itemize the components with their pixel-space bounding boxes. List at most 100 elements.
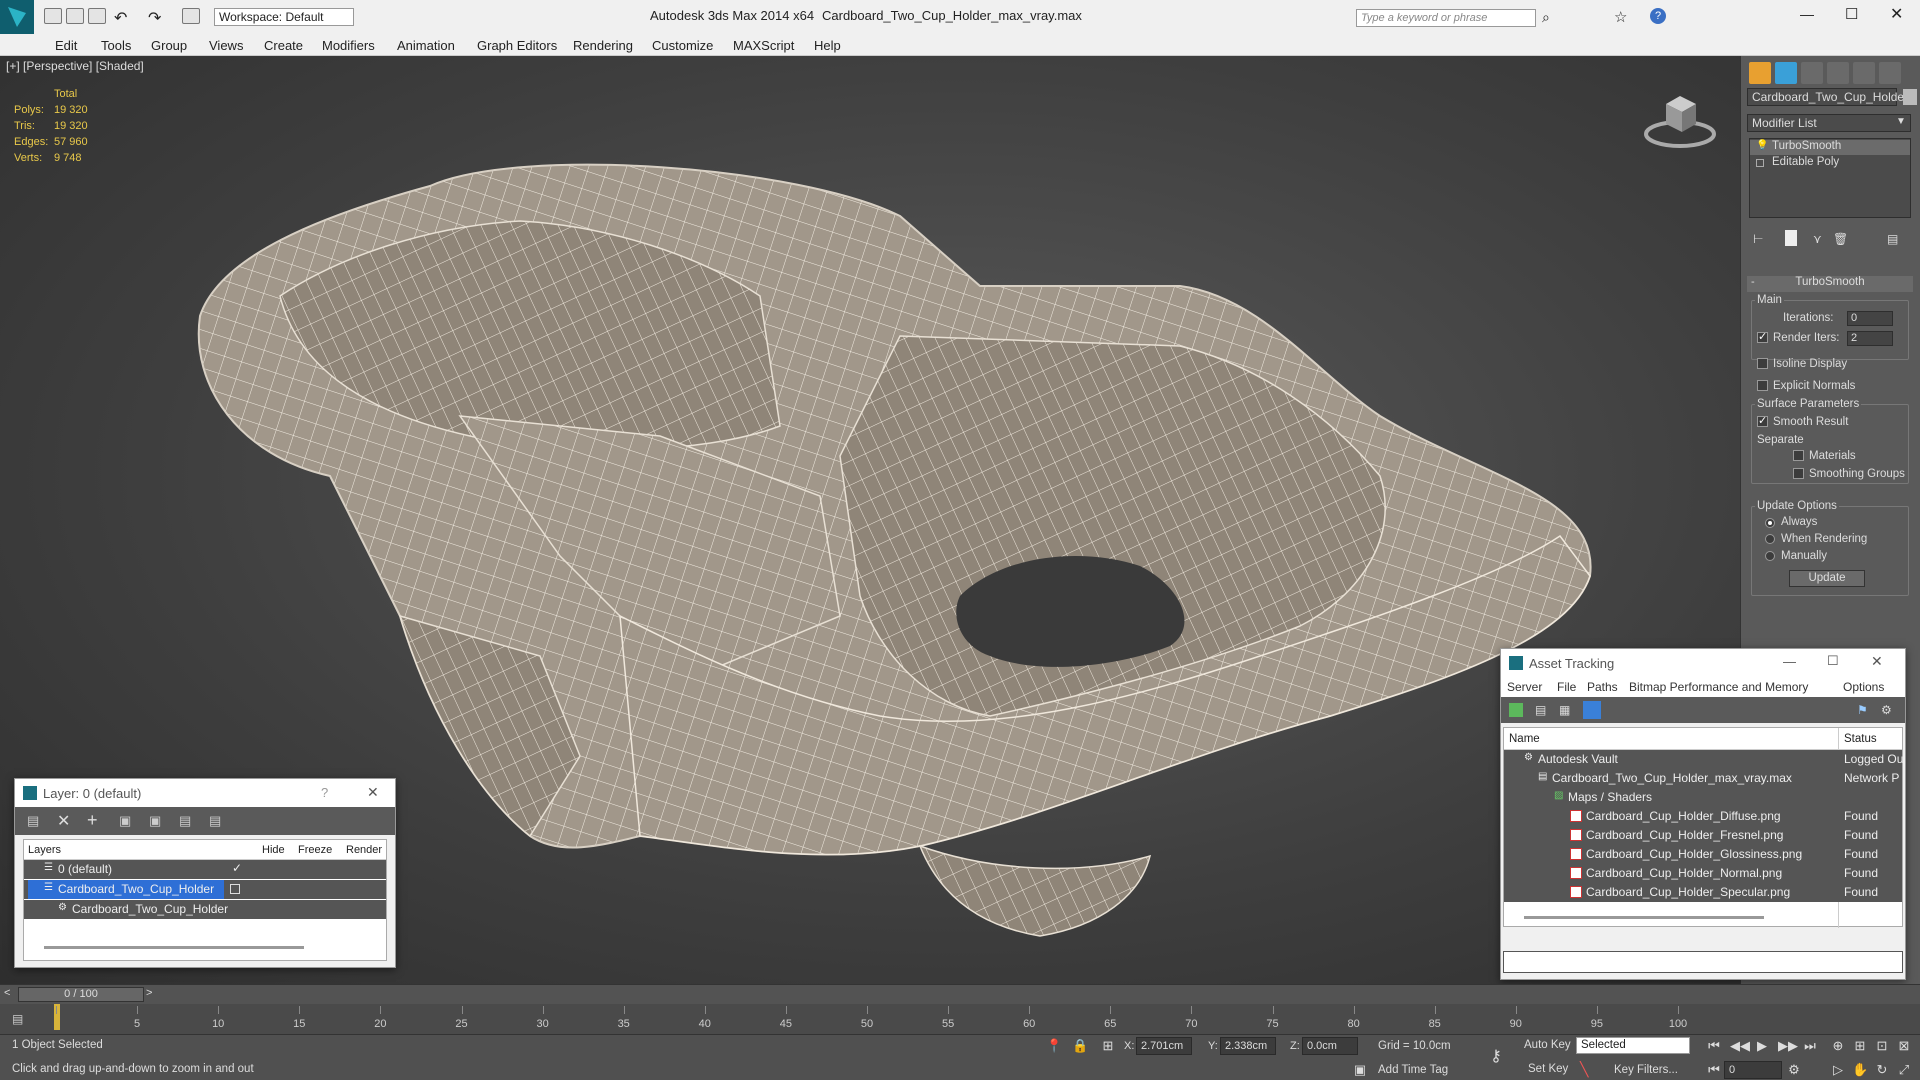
prev-frame-icon[interactable]: <	[4, 987, 10, 999]
layer-row[interactable]: ☰ Cardboard_Two_Cup_Holder	[24, 880, 386, 899]
update-button[interactable]: Update	[1789, 570, 1865, 587]
asset-row[interactable]: Cardboard_Cup_Holder_Diffuse.png Found	[1504, 807, 1902, 826]
help-icon[interactable]: ?	[321, 785, 328, 800]
maximize-icon[interactable]: ☐	[1845, 5, 1858, 23]
isolate-icon[interactable]: 📍	[1046, 1038, 1062, 1054]
asset-path-field[interactable]	[1503, 951, 1903, 973]
add-time-tag[interactable]: Add Time Tag	[1378, 1064, 1448, 1076]
lock-icon[interactable]: 🔒	[1072, 1038, 1088, 1054]
search-input[interactable]: Type a keyword or phrase	[1356, 9, 1536, 27]
always-radio[interactable]	[1765, 518, 1775, 528]
col-name[interactable]: Name	[1509, 733, 1540, 745]
time-slider[interactable]: < 0 / 100 >	[0, 984, 1920, 1004]
utilities-tab-icon[interactable]	[1879, 62, 1901, 84]
x-coordinate-field[interactable]: 2.701cm	[1136, 1037, 1192, 1055]
open-file-icon[interactable]	[66, 8, 84, 24]
star-icon[interactable]: ☆	[1614, 8, 1627, 26]
key-mode-icon[interactable]: ⚷	[1488, 1049, 1504, 1065]
render-iters-spinner[interactable]: 2	[1847, 331, 1893, 346]
list-view-icon[interactable]: ▤	[1535, 703, 1546, 717]
hierarchy-tab-icon[interactable]	[1801, 62, 1823, 84]
show-end-result-icon[interactable]	[1785, 230, 1797, 246]
asset-row[interactable]: Cardboard_Cup_Holder_Fresnel.png Found	[1504, 826, 1902, 845]
workspace-dropdown[interactable]: Workspace: Default	[214, 8, 354, 26]
pin-stack-icon[interactable]: ⊢	[1753, 232, 1763, 246]
rollout-collapse-icon[interactable]: -	[1751, 276, 1755, 288]
close-icon[interactable]: ✕	[1871, 653, 1883, 670]
y-coordinate-field[interactable]: 2.338cm	[1220, 1037, 1276, 1055]
layer-row[interactable]: ⚙ Cardboard_Two_Cup_Holder	[24, 900, 386, 919]
thumbnail-view-icon[interactable]: ▦	[1559, 703, 1570, 717]
menu-graph-editors[interactable]: Graph Editors	[477, 38, 557, 53]
object-color-swatch[interactable]	[1903, 89, 1917, 105]
orbit-icon[interactable]: ↻	[1874, 1062, 1890, 1078]
z-coordinate-field[interactable]: 0.0cm	[1302, 1037, 1358, 1055]
iterations-spinner[interactable]: 0	[1847, 311, 1893, 326]
close-icon[interactable]: ✕	[1890, 4, 1903, 24]
zoom-extents-icon[interactable]: ⊡	[1874, 1038, 1890, 1054]
menu-bitmap-performance[interactable]: Bitmap Performance and Memory	[1629, 680, 1808, 694]
configure-sets-icon[interactable]: ▤	[1887, 232, 1898, 246]
motion-tab-icon[interactable]	[1827, 62, 1849, 84]
go-to-start-icon[interactable]: ⏮	[1706, 1038, 1722, 1054]
current-layer-checkbox[interactable]	[230, 884, 240, 894]
asset-row[interactable]: Cardboard_Cup_Holder_Glossiness.png Foun…	[1504, 845, 1902, 864]
make-unique-icon[interactable]: ⋎	[1813, 232, 1822, 246]
col-freeze[interactable]: Freeze	[298, 844, 332, 856]
close-icon[interactable]: ✕	[367, 784, 379, 801]
go-to-end-icon[interactable]: ⏭	[1802, 1038, 1818, 1054]
stack-item-editable-poly[interactable]: Editable Poly	[1750, 156, 1910, 171]
asset-window-titlebar[interactable]: Asset Tracking — ☐ ✕	[1501, 649, 1905, 677]
set-key-icon[interactable]: ╲	[1580, 1061, 1588, 1078]
next-frame-icon[interactable]: >	[146, 987, 152, 999]
menu-customize[interactable]: Customize	[652, 38, 713, 53]
expand-icon[interactable]	[1756, 159, 1764, 167]
object-name-field[interactable]: Cardboard_Two_Cup_Holder	[1747, 88, 1908, 106]
asset-row[interactable]: Cardboard_Cup_Holder_Specular.png Found	[1504, 883, 1902, 902]
minimize-icon[interactable]: —	[1800, 6, 1814, 22]
smoothing-groups-checkbox[interactable]	[1793, 468, 1804, 479]
create-tab-icon[interactable]	[1749, 62, 1771, 84]
app-logo-icon[interactable]	[0, 0, 34, 34]
add-to-layer-icon[interactable]: +	[87, 810, 98, 831]
maximize-icon[interactable]: ☐	[1827, 653, 1839, 669]
pan-icon[interactable]: ✋	[1852, 1062, 1868, 1078]
menu-paths[interactable]: Paths	[1587, 680, 1618, 694]
menu-server[interactable]: Server	[1507, 680, 1542, 694]
refresh-icon[interactable]	[1509, 703, 1523, 717]
time-slider-thumb[interactable]: 0 / 100	[18, 987, 144, 1002]
menu-create[interactable]: Create	[264, 38, 303, 53]
lightbulb-icon[interactable]: 💡	[1756, 140, 1768, 151]
chevron-down-icon[interactable]: ▼	[1896, 116, 1906, 127]
col-status[interactable]: Status	[1844, 733, 1877, 745]
col-hide[interactable]: Hide	[262, 844, 285, 856]
display-tab-icon[interactable]	[1853, 62, 1875, 84]
manually-radio[interactable]	[1765, 551, 1775, 561]
stack-item-turbosmooth[interactable]: TurboSmooth	[1750, 140, 1910, 155]
redo-icon[interactable]: ↷	[148, 8, 161, 28]
save-icon[interactable]	[88, 8, 106, 24]
col-layers[interactable]: Layers	[28, 844, 61, 856]
asset-row[interactable]: ▨ Maps / Shaders	[1504, 788, 1902, 807]
table-view-icon[interactable]	[1583, 701, 1601, 719]
create-layer-icon[interactable]: ▤	[27, 813, 43, 829]
asset-scrollbar[interactable]	[1524, 916, 1764, 919]
modifier-list-dropdown[interactable]: Modifier List	[1747, 114, 1911, 132]
menu-group[interactable]: Group	[151, 38, 187, 53]
when-rendering-radio[interactable]	[1765, 534, 1775, 544]
menu-rendering[interactable]: Rendering	[573, 38, 633, 53]
maximize-viewport-icon[interactable]: ⤢	[1896, 1062, 1912, 1078]
settings-icon[interactable]: ⚙	[1881, 703, 1892, 717]
freeze-all-icon[interactable]: ▤	[209, 813, 221, 829]
asset-row[interactable]: Cardboard_Cup_Holder_Normal.png Found	[1504, 864, 1902, 883]
delete-layer-icon[interactable]: ✕	[57, 811, 70, 831]
layer-scrollbar[interactable]	[44, 946, 304, 949]
undo-icon[interactable]: ↶	[114, 8, 127, 28]
col-render[interactable]: Render	[346, 844, 382, 856]
menu-edit[interactable]: Edit	[55, 38, 77, 53]
smooth-result-checkbox[interactable]	[1757, 414, 1768, 427]
selected-dropdown[interactable]: Selected	[1576, 1037, 1690, 1054]
menu-modifiers[interactable]: Modifiers	[322, 38, 375, 53]
layer-window-titlebar[interactable]: Layer: 0 (default) ? ✕	[15, 779, 395, 807]
absolute-mode-icon[interactable]: ⊞	[1100, 1038, 1116, 1054]
